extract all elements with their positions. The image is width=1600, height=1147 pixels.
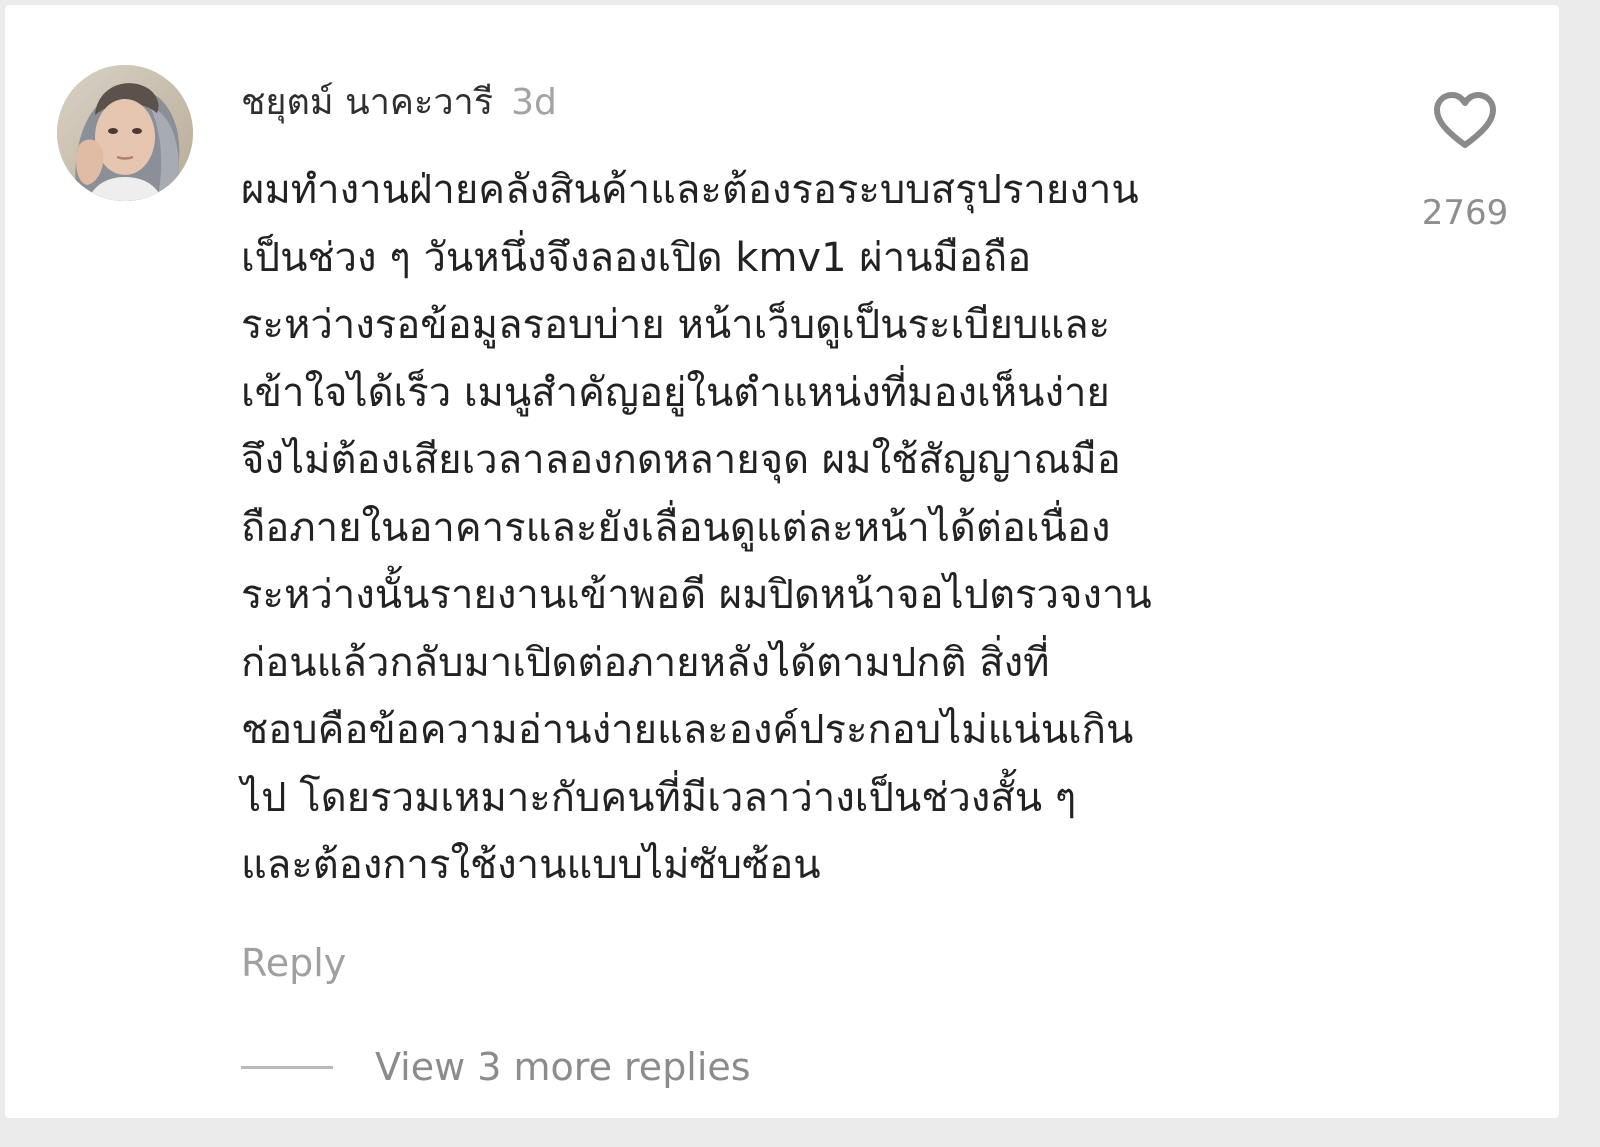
like-count: 2769 [1421, 193, 1509, 233]
comment-line: เป็นช่วง ๆ วันหนึ่งจึงลองเปิด kmv1 ผ่านม… [241, 234, 1032, 281]
view-replies-button[interactable]: View 3 more replies [241, 1039, 751, 1095]
comment-line: ถือภายในอาคารและยังเลื่อนดูแต่ละหน้าได้ต… [241, 504, 1111, 551]
comment-line: ผมทำงานฝ่ายคลังสินค้าและต้องรอระบบสรุปรา… [241, 167, 1139, 213]
comment-line: จึงไม่ต้องเสียเวลาลองกดหลายจุด ผมใช้สัญญ… [241, 437, 1121, 483]
avatar-image [57, 65, 193, 201]
comment-line: ชอบคือข้อความอ่านง่ายและองค์ประกอบไม่แน่… [241, 707, 1134, 753]
replies-divider [241, 1065, 333, 1069]
avatar[interactable] [57, 65, 193, 201]
comment-line: ระหว่างนั้นรายงานเข้าพอดี ผมปิดหน้าจอไปต… [241, 572, 1152, 618]
timestamp: 3d [511, 82, 557, 123]
comment-line: เข้าใจได้เร็ว เมนูสำคัญอยู่ในตำแหน่งที่ม… [241, 369, 1110, 416]
comment-line: และต้องการใช้งานแบบไม่ซับซ้อน [241, 842, 821, 888]
comment-card: ชยุตม์ นาคะวารี 3d ผมทำงานฝ่ายคลังสินค้า… [5, 5, 1559, 1118]
like-group: 2769 [1405, 91, 1525, 235]
reply-button[interactable]: Reply [241, 935, 346, 991]
comment-text: ผมทำงานฝ่ายคลังสินค้าและต้องรอระบบสรุปรา… [241, 157, 1361, 900]
like-button[interactable] [1433, 91, 1497, 151]
view-replies-label: View 3 more replies [375, 1045, 751, 1089]
comment-line: ระหว่างรอข้อมูลรอบบ่าย หน้าเว็บดูเป็นระเ… [241, 302, 1111, 348]
comment-line: ก่อนแล้วกลับมาเปิดต่อภายหลังได้ตามปกติ ส… [241, 639, 1050, 686]
comment-line: ไป โดยรวมเหมาะกับคนที่มีเวลาว่างเป็นช่วง… [241, 774, 1077, 821]
username[interactable]: ชยุตม์ นาคะวารี [241, 75, 493, 131]
heart-outline-icon [1434, 92, 1496, 148]
comment-header: ชยุตม์ นาคะวารี 3d [241, 75, 557, 131]
